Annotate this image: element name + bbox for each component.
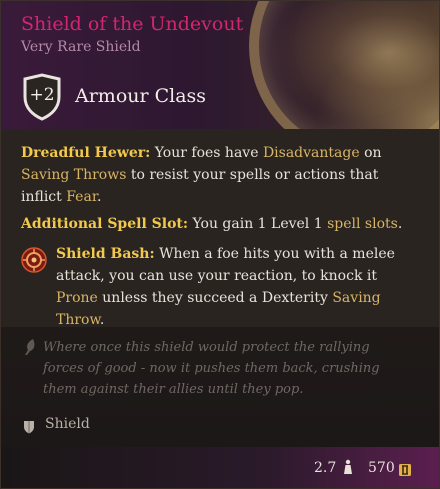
quill-icon <box>23 338 37 356</box>
item-value: 570 <box>368 460 395 476</box>
property-text: Your foes have <box>150 145 263 161</box>
armour-class-value: +2 <box>29 85 55 105</box>
shield-icon <box>23 419 35 434</box>
gold-coin-icon <box>398 462 412 476</box>
property-spell-slot: Additional Spell Slot: You gain 1 Level … <box>21 213 411 235</box>
item-art <box>249 1 439 161</box>
property-shield-bash: Shield Bash: When a foe hits you with a … <box>56 243 416 331</box>
property-text: . <box>96 189 102 205</box>
item-weight: 2.7 <box>314 460 337 476</box>
weight-icon <box>342 459 354 475</box>
item-rarity: Very Rare Shield <box>21 39 141 55</box>
property-dreadful-hewer: Dreadful Hewer: Your foes have Disadvant… <box>21 142 411 208</box>
property-text: on <box>359 145 382 161</box>
keyword-spell-slots[interactable]: spell slots <box>327 216 398 232</box>
property-name: Additional Spell Slot: <box>21 216 189 232</box>
property-text: . <box>99 312 105 328</box>
property-name: Dreadful Hewer: <box>21 145 151 161</box>
property-text: . <box>397 216 403 232</box>
property-text: unless they succeed a Dexterity <box>97 290 333 306</box>
keyword-saving-throws[interactable]: Saving Throws <box>21 167 126 183</box>
keyword-prone[interactable]: Prone <box>56 290 98 306</box>
item-tooltip: Shield of the Undevout Very Rare Shield … <box>0 0 440 489</box>
armour-class-label: Armour Class <box>75 85 207 107</box>
shield-bash-icon <box>21 247 47 273</box>
keyword-fear[interactable]: Fear <box>66 189 97 205</box>
shield-badge-icon: +2 <box>21 73 63 121</box>
flavor-text: Where once this shield would protect the… <box>43 340 380 397</box>
property-text: You gain 1 Level 1 <box>188 216 328 232</box>
keyword-disadvantage[interactable]: Disadvantage <box>263 145 360 161</box>
item-type-label: Shield <box>45 416 90 432</box>
property-name: Shield Bash: <box>56 246 155 262</box>
item-name: Shield of the Undevout <box>21 13 244 35</box>
